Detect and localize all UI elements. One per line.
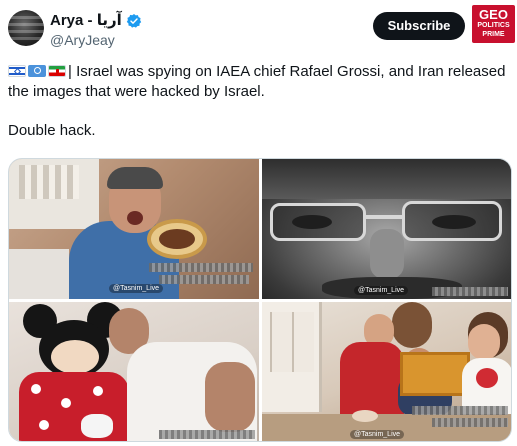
tweet-text-second: Double hack. xyxy=(8,121,96,139)
grossi-with-cake-photo[interactable]: @Tasnim_Live xyxy=(9,159,259,299)
avatar[interactable] xyxy=(8,10,44,46)
grossi-with-mickey-mouse-photo[interactable] xyxy=(9,302,259,441)
logo-line-3: PRIME xyxy=(482,31,505,38)
author-handle[interactable]: @AryJeay xyxy=(50,32,115,49)
geo-politics-prime-logo: GEO POLITICS PRIME xyxy=(472,5,515,43)
logo-line-1: GEO xyxy=(479,7,508,22)
tweet-text-main: | Israel was spying on IAEA chief Rafael… xyxy=(8,63,506,100)
grossi-closeup-glasses-photo[interactable]: @Tasnim_Live xyxy=(262,159,511,299)
tweet-body: | Israel was spying on IAEA chief Rafael… xyxy=(8,62,508,140)
logo-line-2: POLITICS xyxy=(477,22,510,29)
author-name-row: Arya - آریا xyxy=(50,12,142,30)
author-display-name[interactable]: Arya - آریا xyxy=(50,12,122,30)
subscribe-button[interactable]: Subscribe xyxy=(373,12,465,40)
grossi-with-children-photo[interactable]: @Tasnim_Live xyxy=(262,302,511,441)
tweet-line-1: | Israel was spying on IAEA chief Rafael… xyxy=(8,62,508,101)
watermark: @Tasnim_Live xyxy=(354,286,409,295)
media-grid: @Tasnim_Live @Tasnim_Live @Tasnim_Live xyxy=(8,158,512,442)
tweet-header: Arya - آریا @AryJeay Subscribe GEO POLIT… xyxy=(0,0,517,58)
watermark: @Tasnim_Live xyxy=(350,430,405,439)
un-flag-icon xyxy=(28,65,46,77)
verified-badge-icon xyxy=(126,13,142,29)
watermark: @Tasnim_Live xyxy=(109,284,164,293)
iran-flag-icon xyxy=(48,65,66,77)
israel-flag-icon xyxy=(8,65,26,77)
